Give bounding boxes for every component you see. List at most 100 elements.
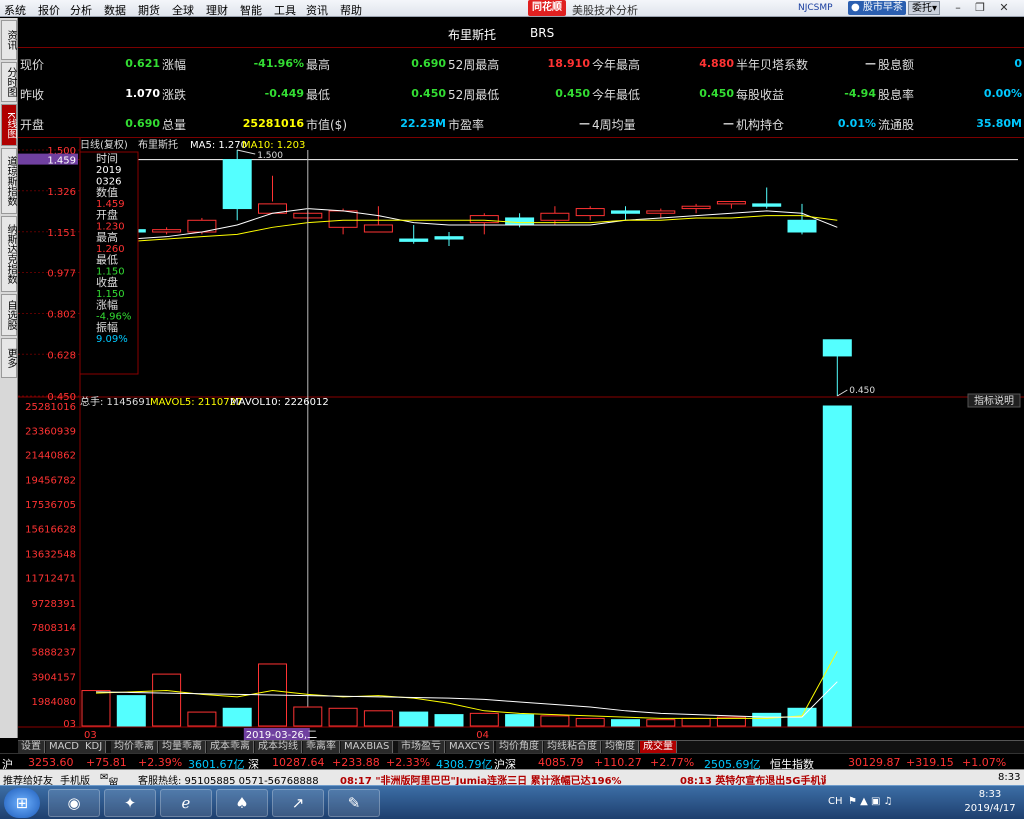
quote-label-1-5: 每股收益 [736, 88, 785, 102]
volume-bar [187, 711, 217, 727]
stock-code: BRS [530, 26, 555, 40]
quote-value-1-0: 1.070 [125, 87, 160, 100]
quote-label-2-4: 4周均量 [592, 118, 636, 132]
side-tab-1[interactable]: 分时图 [1, 62, 17, 102]
chart-area[interactable]: 1.500 1.459 1.326 1.151 0.977 0.802 0.628 0.450… [18, 138, 1024, 741]
side-tab-0[interactable]: 资讯 [1, 20, 17, 60]
quote-value-2-4: — [723, 117, 734, 130]
menu-item-0[interactable]: 系统 [4, 2, 26, 18]
candle-body [681, 205, 711, 210]
menu-item-2[interactable]: 分析 [70, 2, 92, 18]
quote-value-2-3: — [579, 117, 590, 130]
quote-label-0-4: 今年最高 [592, 58, 641, 72]
kline-legend-name: 布里斯托 [138, 138, 178, 151]
quote-panel: 现价 0.621 涨幅 -41.96% 最高 0.690 52周最高 18.910 今年最高 4.… [18, 48, 1024, 138]
quote-value-1-2: 0.450 [411, 87, 446, 100]
candle-body [716, 201, 746, 205]
volume-bar [222, 707, 252, 727]
restore-icon[interactable]: ❐ [972, 1, 988, 15]
side-tab-2[interactable]: K线图 [1, 104, 17, 146]
candle-body [752, 203, 782, 207]
quote-label-2-5: 机构持仓 [736, 118, 785, 132]
stock-header: 布里斯托 BRS [18, 18, 1024, 48]
sz-change: +233.88 [332, 756, 380, 769]
language-indicator[interactable]: CH [828, 796, 843, 807]
candle-body [611, 210, 640, 214]
minimize-icon[interactable]: – [950, 1, 966, 15]
volume-legend-mavol10: MAVOL10: 2226012 [230, 397, 329, 408]
quote-label-0-3: 52周最高 [448, 58, 500, 72]
clock[interactable]: 8:33 2019/4/17 [960, 788, 1020, 816]
quote-label-2-1: 总量 [162, 118, 187, 132]
side-tab-6[interactable]: 更多 [1, 338, 17, 378]
volume-bar [469, 712, 499, 727]
chart-svg[interactable]: 1.500 1.459 1.326 1.151 0.977 0.802 0.628 0.450… [18, 138, 1024, 741]
quote-value-1-5: -4.94 [844, 87, 876, 100]
candle-body [469, 215, 499, 224]
quote-value-0-2: 0.690 [411, 57, 446, 70]
menu-item-7[interactable]: 智能 [240, 2, 262, 18]
volume-tick-label: 25281016 [25, 402, 76, 413]
quote-label-1-2: 最低 [306, 88, 331, 102]
news-bar: 推荐给好友 手机版 ✉留言 客服热线: 95105885 0571-567688… [0, 769, 1024, 804]
menu-item-9[interactable]: 资讯 [306, 2, 328, 18]
menu-item-10[interactable]: 帮助 [340, 2, 362, 18]
menu-item-6[interactable]: 理财 [206, 2, 228, 18]
quote-value-2-6: 35.80M [976, 117, 1022, 130]
clock-time: 8:33 [978, 789, 1002, 800]
x-axis-label-0: 03 [84, 730, 97, 740]
news-button[interactable]: ● 股市早茶 [848, 1, 906, 15]
volume-tick-label: 19456782 [25, 476, 76, 487]
index-bar: 沪 3253.60 +75.81 +2.39% 3601.67亿 深 10287… [0, 753, 1024, 771]
volume-bar [81, 690, 111, 727]
side-tab-5[interactable]: 自选股 [1, 294, 17, 336]
info-value-8: 9.09% [96, 334, 128, 345]
volume-bar [434, 714, 464, 727]
menu-item-1[interactable]: 报价 [38, 2, 60, 18]
ths-app-icon[interactable]: ◉ [48, 789, 100, 817]
trade-app-icon[interactable]: ↗ [272, 789, 324, 817]
volume-bar [646, 719, 676, 727]
volume-bar [152, 673, 182, 727]
menu-bar: 系统 报价 分析 数据 期货 全球 理财 智能 工具 资讯 帮助 同花顺 美股技术分析 NJCSMP… [0, 0, 1024, 17]
quote-value-0-4: 4.880 [699, 57, 734, 70]
menu-item-5[interactable]: 全球 [172, 2, 194, 18]
tray-icons[interactable]: ⚑ ▲ ▣ ♫ [848, 796, 893, 807]
quote-value-0-0: 0.621 [125, 57, 160, 70]
ie-browser-icon[interactable]: ℯ [160, 789, 212, 817]
volume-tick-label: 11712471 [25, 574, 76, 585]
side-tab-3[interactable]: 道琼斯指数 [1, 148, 17, 214]
price-tick-label: 1.151 [47, 228, 76, 239]
side-tab-4[interactable]: 纳斯达克指数 [1, 216, 17, 292]
quote-label-0-1: 涨幅 [162, 58, 187, 72]
high-marker-label: 1.500 [257, 151, 283, 161]
quote-value-1-3: 0.450 [555, 87, 590, 100]
quote-value-1-1: -0.449 [264, 87, 304, 100]
app-logo: 同花顺 [528, 0, 566, 16]
volume-bar [363, 710, 393, 727]
message-link[interactable]: ✉留言 [100, 772, 118, 804]
quote-label-2-0: 开盘 [20, 118, 45, 132]
quote-label-2-6: 流通股 [878, 118, 915, 132]
stock-app-icon[interactable]: ✦ [104, 789, 156, 817]
trade-button[interactable]: 委托▾ [908, 1, 940, 15]
card-app-icon[interactable]: ♠ [216, 789, 268, 817]
volume-bar [822, 405, 852, 727]
pen-app-icon[interactable]: ✎ [328, 789, 380, 817]
low-marker-label: 0.450 [849, 386, 875, 396]
hsi-change: +319.15 [906, 756, 954, 769]
trade-button-label: 委托 [912, 3, 932, 14]
quote-value-1-6: 0.00% [983, 87, 1022, 100]
menu-item-3[interactable]: 数据 [104, 2, 126, 18]
quote-value-1-4: 0.450 [699, 87, 734, 100]
start-button[interactable]: ⊞ [4, 788, 40, 818]
close-icon[interactable]: ✕ [996, 1, 1012, 15]
quote-value-0-5: — [865, 57, 876, 70]
quote-label-1-4: 今年最低 [592, 88, 641, 102]
menu-item-4[interactable]: 期货 [138, 2, 160, 18]
info-label-7: 涨幅 [96, 299, 118, 312]
volume-tick-label: 13632548 [25, 549, 76, 560]
hs-value: 4085.79 [538, 756, 584, 769]
menu-item-8[interactable]: 工具 [274, 2, 296, 18]
candle-body [152, 229, 182, 233]
